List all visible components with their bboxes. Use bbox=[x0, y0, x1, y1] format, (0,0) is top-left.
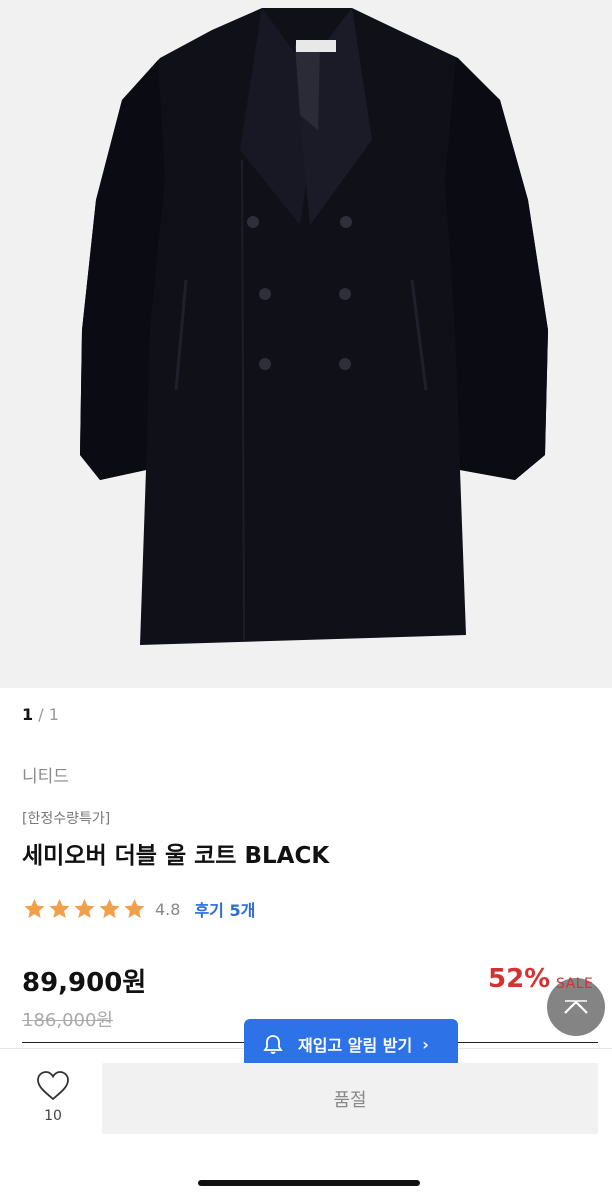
chevron-right-icon: › bbox=[422, 1034, 429, 1054]
star-icon bbox=[24, 899, 45, 918]
product-title: 세미오버 더블 울 코트 BLACK bbox=[22, 843, 330, 869]
star-icon bbox=[99, 899, 120, 918]
rating-score: 4.8 bbox=[155, 899, 181, 919]
star-icon bbox=[124, 899, 145, 918]
heart-icon bbox=[37, 1071, 69, 1101]
pager-separator: / bbox=[38, 705, 44, 724]
soldout-label: 품절 bbox=[333, 1089, 367, 1111]
bell-icon bbox=[263, 1035, 283, 1054]
pager-total: 1 bbox=[48, 705, 59, 724]
pager-current: 1 bbox=[22, 705, 34, 724]
gallery-pager: 1 / 1 bbox=[22, 705, 59, 724]
discount-rate: 52% bbox=[488, 964, 551, 994]
sale-label: SALE bbox=[556, 976, 594, 992]
home-indicator bbox=[198, 1180, 420, 1186]
brand-name[interactable]: 니티드 bbox=[22, 762, 69, 787]
restock-alert-label: 재입고 알림 받기 bbox=[298, 1036, 413, 1055]
soldout-button[interactable]: 품절 bbox=[102, 1063, 598, 1134]
review-link[interactable]: 후기 5개 bbox=[194, 897, 255, 921]
like-count: 10 bbox=[44, 1108, 62, 1124]
product-tag: [한정수량특가] bbox=[22, 811, 111, 827]
like-button[interactable]: 10 bbox=[30, 1070, 76, 1124]
original-price: 186,000원 bbox=[22, 1010, 113, 1031]
star-icon bbox=[49, 899, 70, 918]
product-image[interactable] bbox=[0, 0, 612, 688]
sale-price: 89,900원 bbox=[22, 968, 147, 998]
chevron-up-icon bbox=[564, 1000, 588, 1014]
rating-row: 4.8 후기 5개 bbox=[22, 896, 255, 922]
star-icon bbox=[74, 899, 95, 918]
rating-stars bbox=[22, 897, 147, 921]
restock-alert-button[interactable]: 재입고 알림 받기 › bbox=[244, 1019, 458, 1077]
